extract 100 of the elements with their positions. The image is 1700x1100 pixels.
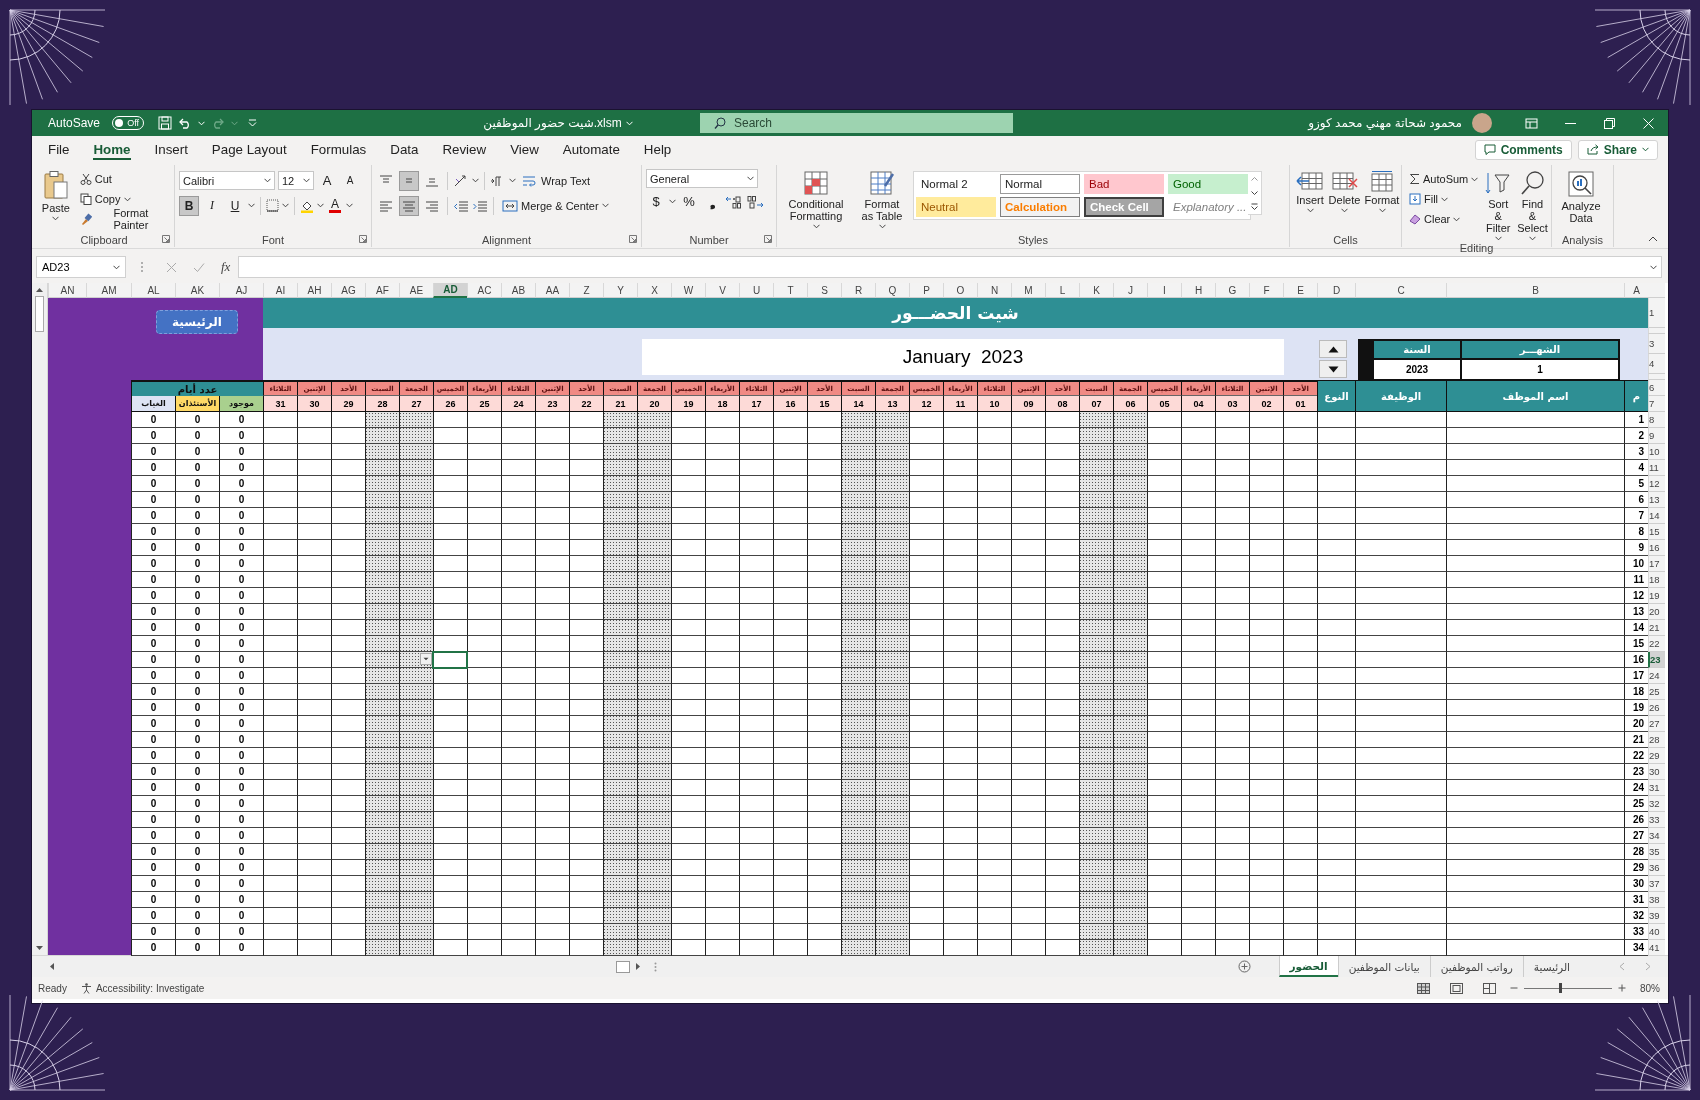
row-header[interactable]: 28	[1648, 732, 1665, 748]
column-header[interactable]: AJ	[219, 283, 263, 298]
share-button[interactable]: Share	[1577, 139, 1658, 160]
zoom-level[interactable]: 80%	[1640, 982, 1660, 994]
underline-button[interactable]: U	[225, 195, 245, 216]
column-header[interactable]: AL	[131, 283, 175, 298]
scroll-down-icon[interactable]	[35, 944, 44, 952]
row-header[interactable]: 12	[1648, 476, 1665, 492]
column-header[interactable]: G	[1215, 283, 1249, 298]
row-header[interactable]: 35	[1648, 844, 1665, 860]
accessibility-status[interactable]: Accessibility: Investigate	[95, 982, 205, 994]
spin-up-button[interactable]	[1319, 340, 1347, 358]
merge-center-button[interactable]: Merge & Center	[499, 195, 612, 216]
caret-icon[interactable]	[878, 224, 886, 229]
dialog-launcher-icon[interactable]	[764, 235, 772, 243]
ribbon-display-icon[interactable]	[1525, 116, 1538, 130]
row-header[interactable]: 37	[1648, 876, 1665, 892]
row-header[interactable]: 15	[1648, 524, 1665, 540]
scrollbar-thumb[interactable]	[616, 960, 630, 973]
zoom-slider-thumb[interactable]	[1559, 983, 1563, 993]
menu-tab[interactable]: View	[498, 136, 551, 163]
font-name-dropdown[interactable]: Calibri	[179, 171, 275, 190]
close-icon[interactable]	[1642, 116, 1655, 130]
row-header[interactable]: 34	[1648, 828, 1665, 844]
row-header[interactable]: 3	[1648, 334, 1665, 354]
sheet-tab[interactable]: الحضور	[1278, 956, 1338, 977]
normal-view-icon[interactable]	[1417, 982, 1430, 994]
column-header[interactable]: D	[1317, 283, 1355, 298]
increase-indent-icon[interactable]	[472, 198, 488, 213]
enter-check-icon[interactable]	[193, 261, 205, 273]
caret-icon[interactable]	[1341, 208, 1348, 213]
sort-filter-button[interactable]: Sort & Filter	[1483, 169, 1514, 242]
zoom-slider[interactable]	[1524, 983, 1612, 993]
insert-cells-button[interactable]: Insert	[1294, 169, 1326, 214]
decrease-decimal-icon[interactable]	[746, 194, 764, 209]
caret-icon[interactable]	[1642, 147, 1649, 152]
dialog-launcher-icon[interactable]	[629, 235, 637, 243]
caret-icon[interactable]	[1453, 216, 1461, 222]
menu-tab[interactable]: Automate	[550, 136, 632, 163]
number-format-dropdown[interactable]: General	[646, 169, 758, 188]
page-layout-view-icon[interactable]	[1450, 982, 1463, 994]
row-header[interactable]: 22	[1648, 636, 1665, 652]
format-as-table-button[interactable]: Format as Table	[857, 169, 907, 230]
home-button[interactable]: الرئيسية	[156, 310, 238, 334]
currency-button[interactable]: $	[646, 191, 666, 212]
column-header[interactable]: U	[739, 283, 773, 298]
column-header[interactable]: S	[807, 283, 841, 298]
row-header[interactable]: 21	[1648, 620, 1665, 636]
row-header[interactable]: 30	[1648, 764, 1665, 780]
caret-icon[interactable]	[1650, 264, 1657, 270]
formula-input[interactable]	[238, 256, 1662, 278]
format-painter-button[interactable]: Format Painter	[76, 209, 170, 229]
menu-tab[interactable]: Home	[81, 136, 143, 163]
column-header[interactable]: AH	[297, 283, 331, 298]
column-header[interactable]: AG	[331, 283, 365, 298]
column-header[interactable]: M	[1011, 283, 1045, 298]
clear-button[interactable]: Clear	[1406, 209, 1482, 229]
insert-function-button[interactable]: fx	[221, 259, 231, 275]
caret-icon[interactable]	[52, 216, 60, 221]
find-select-button[interactable]: Find & Select	[1515, 169, 1550, 242]
caret-icon[interactable]	[1494, 236, 1502, 241]
row-header[interactable]: 36	[1648, 860, 1665, 876]
menu-tab[interactable]: Review	[430, 136, 499, 163]
row-header[interactable]: 18	[1648, 572, 1665, 588]
cell-style-option[interactable]: Neutral	[916, 197, 996, 217]
delete-cells-button[interactable]: Delete	[1327, 169, 1362, 214]
row-header[interactable]: 11	[1648, 460, 1665, 476]
menu-tab[interactable]: Help	[631, 136, 684, 163]
menu-tab[interactable]: Page Layout	[199, 136, 299, 163]
search-field[interactable]: Search	[700, 113, 1013, 133]
row-header[interactable]: 33	[1648, 812, 1665, 828]
scroll-right-icon[interactable]	[634, 962, 642, 971]
column-header[interactable]: AD	[433, 283, 467, 298]
format-cells-button[interactable]: Format	[1363, 169, 1401, 214]
column-header[interactable]: AE	[399, 283, 433, 298]
horizontal-scrollbar[interactable]	[48, 958, 642, 975]
column-header[interactable]: E	[1283, 283, 1317, 298]
caret-icon[interactable]	[509, 178, 516, 183]
bold-button[interactable]: B	[179, 195, 199, 216]
copy-button[interactable]: Copy	[76, 189, 170, 209]
caret-icon[interactable]	[303, 178, 310, 183]
caret-icon[interactable]	[1441, 196, 1449, 202]
row-header[interactable]: 31	[1648, 780, 1665, 796]
menu-tab[interactable]: Data	[378, 136, 431, 163]
caret-icon[interactable]	[1378, 208, 1386, 213]
row-header[interactable]: 1	[1648, 298, 1665, 328]
row-header[interactable]: 16	[1648, 540, 1665, 556]
caret-icon[interactable]	[669, 199, 676, 204]
more-options-icon[interactable]	[654, 961, 657, 972]
row-header[interactable]: 41	[1648, 940, 1665, 956]
caret-icon[interactable]	[317, 203, 324, 208]
cut-button[interactable]: Cut	[76, 169, 170, 189]
vertical-scrollbar[interactable]	[32, 283, 48, 955]
column-header[interactable]: H	[1181, 283, 1215, 298]
caret-icon[interactable]	[264, 178, 271, 183]
row-header[interactable]: 38	[1648, 892, 1665, 908]
comma-style-button[interactable]: ❟	[702, 191, 722, 212]
italic-button[interactable]: I	[202, 195, 222, 216]
column-header[interactable]: AK	[175, 283, 219, 298]
column-header[interactable]: Y	[603, 283, 637, 298]
